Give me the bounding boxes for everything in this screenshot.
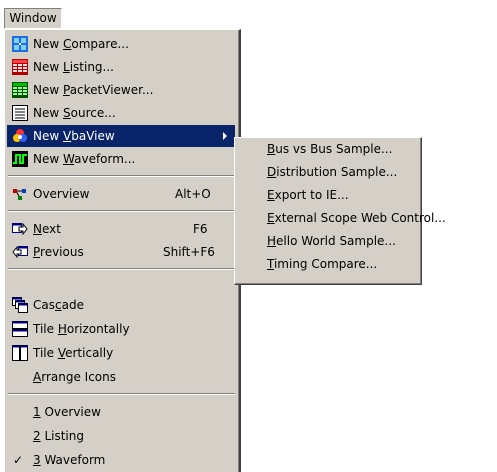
menu-item-new-compare[interactable]: New Compare... — [7, 33, 235, 55]
menu-separator — [8, 393, 235, 395]
menu-item-new-listing[interactable]: New Listing... — [7, 56, 235, 78]
submenu-item-bus-vs-bus-sample[interactable]: Bus vs Bus Sample... — [267, 138, 392, 160]
menu-separator — [8, 268, 235, 270]
menu-item-window-1-overview[interactable]: 1 Overview — [7, 401, 235, 423]
window-dropdown-menu: New Compare... New Listing... New Packet… — [4, 29, 241, 472]
menu-separator — [8, 175, 235, 177]
window-menu-label: Window — [9, 11, 57, 25]
menu-item-cascade[interactable]: Cascade — [7, 294, 235, 316]
submenu-item-distribution-sample[interactable]: Distribution Sample... — [267, 161, 397, 183]
next-window-icon — [12, 221, 28, 237]
menu-item-next[interactable]: Next F6 — [7, 218, 235, 240]
compare-icon — [12, 36, 28, 52]
menu-item-new-source[interactable]: New Source... — [7, 102, 235, 124]
submenu-item-external-scope-web-control[interactable]: External Scope Web Control... — [267, 207, 446, 229]
submenu-item-hello-world-sample[interactable]: Hello World Sample... — [267, 230, 396, 252]
checkmark-icon: ✓ — [13, 453, 24, 467]
menu-item-new-waveform[interactable]: New Waveform... — [7, 148, 235, 170]
previous-window-icon — [12, 244, 28, 260]
menu-separator — [8, 210, 235, 212]
submenu-item-timing-compare[interactable]: Timing Compare... — [267, 253, 377, 275]
packetviewer-icon — [12, 82, 28, 98]
menu-item-window-3-waveform[interactable]: ✓ 3 Waveform — [7, 449, 235, 471]
overview-icon — [12, 186, 28, 202]
waveform-icon — [12, 151, 28, 167]
next-shortcut: F6 — [193, 222, 208, 236]
menu-item-tile-vertically[interactable]: Tile Vertically — [7, 342, 235, 364]
submenu-arrow-icon — [223, 132, 227, 140]
window-menu[interactable]: Window — [4, 8, 62, 29]
cascade-icon — [12, 297, 28, 313]
menu-item-arrange-icons[interactable]: Arrange Icons — [7, 366, 235, 388]
listing-icon — [12, 59, 28, 75]
source-icon — [12, 105, 28, 121]
previous-shortcut: Shift+F6 — [163, 245, 215, 259]
menu-item-previous[interactable]: Previous Shift+F6 — [7, 241, 235, 263]
menu-item-window-2-listing[interactable]: 2 Listing — [7, 425, 235, 447]
tile-vertical-icon — [12, 345, 28, 361]
submenu-item-export-to-ie[interactable]: Export to IE... — [267, 184, 349, 206]
menu-item-new-packetviewer[interactable]: New PacketViewer... — [7, 79, 235, 101]
overview-shortcut: Alt+O — [175, 187, 211, 201]
menu-item-overview[interactable]: Overview Alt+O — [7, 183, 235, 205]
menu-item-tile-horizontally[interactable]: Tile Horizontally — [7, 318, 235, 340]
tile-horizontal-icon — [12, 321, 28, 337]
vbaview-submenu: Bus vs Bus Sample... Distribution Sample… — [234, 137, 446, 285]
vbaview-icon — [12, 128, 28, 144]
menu-item-new-vbaview[interactable]: New VbaView — [7, 125, 235, 147]
